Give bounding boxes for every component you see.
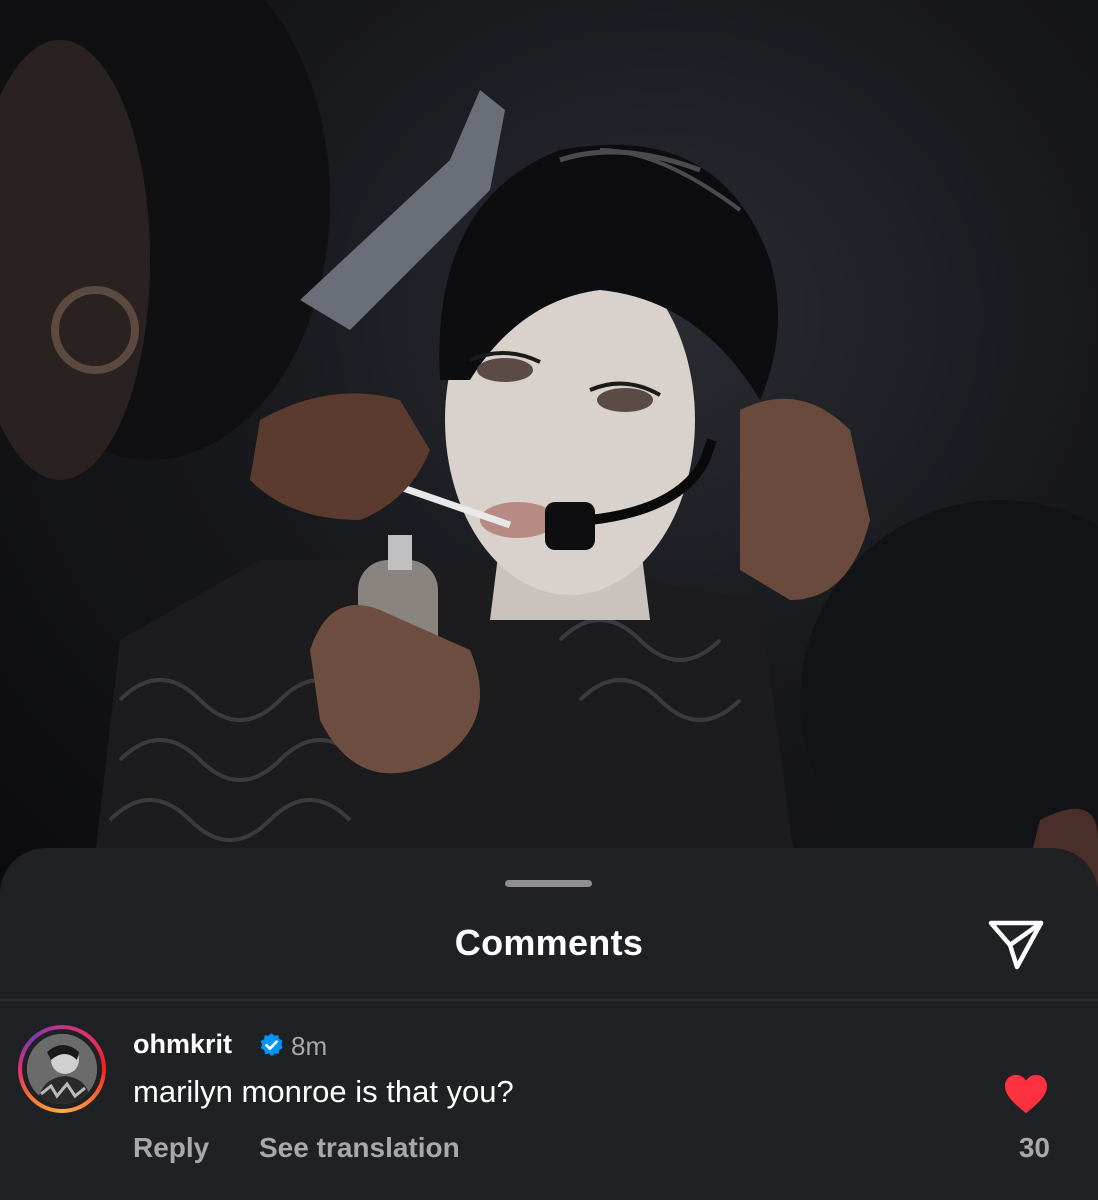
comment-text: marilyn monroe is that you?	[133, 1074, 514, 1109]
comment-item: ohmkrit 8m marilyn monroe is that you? R…	[0, 1001, 1098, 1200]
comment-time: 8m	[291, 1031, 328, 1061]
avatar-photo	[27, 1034, 97, 1104]
sheet-title: Comments	[454, 922, 644, 963]
see-translation-button[interactable]: See translation	[259, 1132, 460, 1164]
avatar	[27, 1034, 97, 1104]
heart-icon[interactable]	[1003, 1073, 1049, 1115]
comments-sheet: Comments ohmkrit 8m marilyn monroe is th…	[0, 848, 1098, 1200]
avatar-story-ring[interactable]	[18, 1025, 106, 1113]
share-button[interactable]	[984, 914, 1048, 974]
post-photo	[0, 0, 1098, 900]
paper-plane-icon	[988, 920, 1044, 970]
comment-username[interactable]: ohmkrit	[133, 1029, 232, 1060]
reply-button[interactable]: Reply	[133, 1132, 209, 1164]
like-count: 30	[1018, 1132, 1050, 1163]
drag-handle[interactable]	[505, 880, 592, 887]
verified-badge-icon	[260, 1033, 283, 1057]
photo-illustration	[0, 0, 1098, 900]
